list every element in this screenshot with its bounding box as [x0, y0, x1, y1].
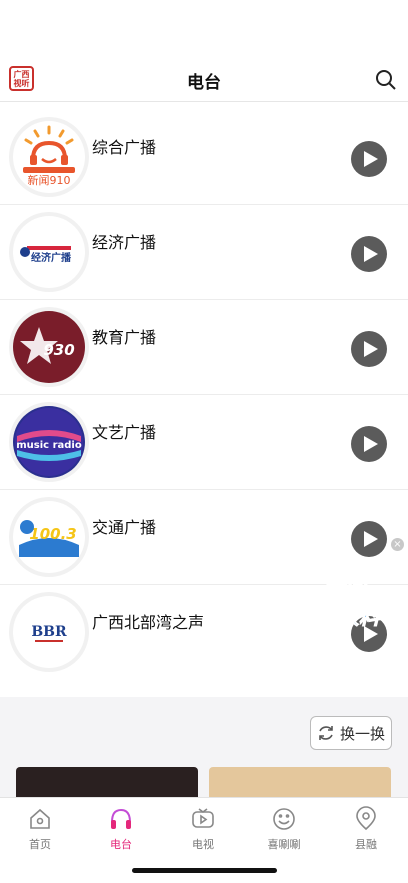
station-name: 文艺广播: [92, 423, 157, 442]
station-name: 教育广播: [92, 328, 157, 347]
station-name: 广西北部湾之声: [92, 613, 205, 632]
logo-label: 100.3: [29, 525, 76, 543]
traffic-1003-logo: 100.3: [19, 520, 79, 557]
tab-label: 首页: [29, 838, 51, 851]
close-icon[interactable]: ×: [391, 538, 404, 551]
education-930-logo: 930: [20, 327, 75, 364]
station-row[interactable]: music radio 文艺广播: [0, 395, 408, 490]
tab-label: 喜唰唰: [267, 838, 301, 851]
home-indicator: [132, 868, 277, 873]
play-button[interactable]: [351, 426, 387, 462]
economy-radio-logo: 经济广播: [20, 246, 72, 264]
news-tip-line1: 新闻: [324, 575, 369, 599]
logo-label: 新闻910: [28, 173, 71, 187]
station-logo: 100.3: [13, 501, 85, 573]
refresh-label: 换一换: [339, 724, 385, 743]
tab-label: 电视: [192, 838, 214, 851]
smile-icon: [273, 808, 295, 830]
logo-label: BBR: [31, 624, 67, 640]
tab-label: 县融: [355, 838, 377, 851]
play-icon: [363, 246, 378, 262]
tab-tv[interactable]: 电视: [173, 806, 233, 852]
play-icon: [363, 151, 378, 167]
news-tip-graphic: 新闻 报料: [324, 575, 383, 630]
logo-label: 930: [43, 341, 74, 359]
home-icon: [30, 808, 50, 829]
play-icon: [363, 531, 378, 547]
station-row[interactable]: 新闻910 综合广播: [0, 110, 408, 205]
news-tip-line2: 报料: [338, 605, 382, 629]
tv-icon: [192, 808, 214, 828]
location-icon: [356, 806, 376, 831]
station-logo: BBR: [13, 596, 85, 668]
tab-xishuashua[interactable]: 喜唰唰: [254, 806, 314, 852]
station-name: 经济广播: [92, 233, 157, 252]
station-logo: 新闻910: [13, 121, 85, 193]
news910-logo: 新闻910: [23, 125, 75, 187]
station-row[interactable]: 930 教育广播: [0, 300, 408, 395]
station-logo: 930: [13, 311, 85, 383]
station-logo: 经济广播: [13, 216, 85, 288]
station-name: 综合广播: [92, 138, 157, 157]
station-row[interactable]: 经济广播 经济广播: [0, 205, 408, 300]
headphones-icon: [111, 808, 131, 829]
page-title: 电台: [187, 73, 221, 93]
search-icon[interactable]: [374, 68, 398, 92]
play-button[interactable]: [351, 521, 387, 557]
tab-home[interactable]: 首页: [10, 806, 70, 852]
play-button[interactable]: [351, 331, 387, 367]
station-name: 交通广播: [92, 518, 157, 537]
logo-label: music radio: [16, 440, 82, 451]
station-logo: music radio: [13, 406, 85, 478]
logo-label: 经济广播: [31, 251, 72, 264]
top-bar: 广西视听 电台: [0, 0, 408, 102]
refresh-button[interactable]: 换一换: [310, 716, 392, 750]
bbr-logo: BBR: [31, 624, 67, 642]
play-button[interactable]: [351, 236, 387, 272]
tab-label: 电台: [110, 838, 132, 851]
music-radio-logo: music radio: [15, 408, 83, 476]
tab-county[interactable]: 县融: [336, 806, 396, 852]
play-icon: [363, 341, 378, 357]
tab-radio[interactable]: 电台: [91, 806, 151, 852]
news-tip-badge[interactable]: 新闻 报料: [318, 568, 396, 632]
refresh-icon: [319, 726, 333, 740]
play-button[interactable]: [351, 141, 387, 177]
play-icon: [363, 436, 378, 452]
